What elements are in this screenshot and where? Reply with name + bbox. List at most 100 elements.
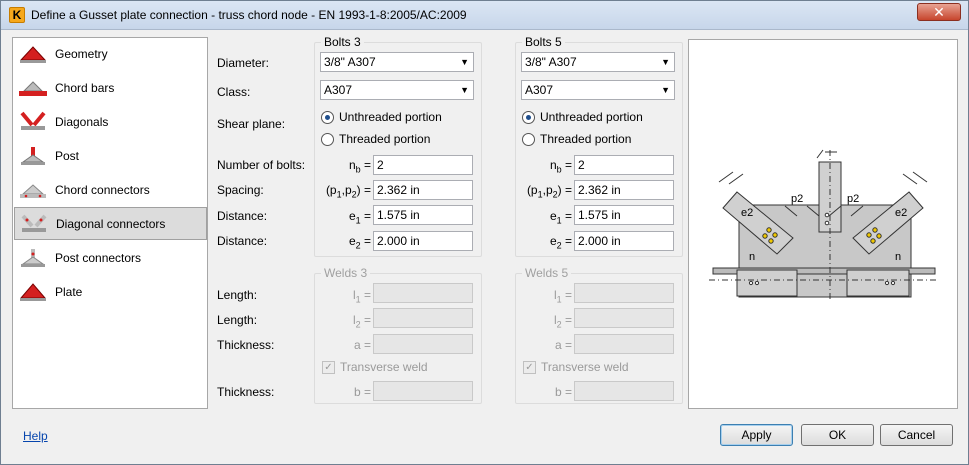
sidebar-item-label: Chord bars	[55, 81, 115, 95]
group-title: Welds 3	[321, 266, 371, 280]
apply-button[interactable]: Apply	[720, 424, 793, 446]
group-title: Bolts 3	[321, 35, 364, 49]
sidebar-item-diagonal-connectors[interactable]: Diagonal connectors	[14, 207, 207, 240]
nb-symbol: nb =	[549, 158, 572, 175]
e2-left-label: e2	[741, 207, 753, 219]
post-icon	[21, 147, 45, 165]
close-button[interactable]: ✕	[917, 3, 961, 21]
length-l1-label: Length:	[217, 288, 258, 302]
radio-label: Threaded portion	[540, 132, 632, 146]
sidebar-nav: Geometry Chord bars Diagonals Post Chord…	[12, 37, 208, 409]
right-diagonal-end	[902, 171, 928, 185]
welds-3-l1-input	[373, 283, 473, 303]
welds-5-l1-input	[574, 283, 674, 303]
welds-3-transverse-checkbox: ✓	[322, 361, 335, 374]
bolts-5-diameter-select[interactable]: 3/8" A307 ▼	[521, 52, 675, 72]
bolt	[824, 212, 830, 218]
checkbox-label: Transverse weld	[340, 360, 428, 374]
bolts-5-unthreaded-radio[interactable]	[522, 111, 535, 124]
spacing-symbol: (p1,p2) =	[526, 183, 572, 200]
nb-symbol: nb =	[348, 158, 371, 175]
sidebar-item-post-connectors[interactable]: Post connectors	[14, 242, 207, 275]
chord-left-angle	[736, 269, 798, 297]
sidebar-item-geometry[interactable]: Geometry	[14, 38, 207, 71]
bolts-3-class-select[interactable]: A307 ▼	[320, 80, 474, 100]
title-bar: K Define a Gusset plate connection - tru…	[1, 1, 968, 30]
spacing-symbol: (p1,p2) =	[325, 183, 371, 200]
welds-5-a-input	[574, 334, 674, 354]
bolt	[890, 280, 896, 286]
l2-symbol: l2 =	[352, 313, 371, 330]
sidebar-item-diagonals[interactable]: Diagonals	[14, 106, 207, 139]
window-title: Define a Gusset plate connection - truss…	[31, 8, 467, 22]
l1-symbol: l1 =	[352, 288, 371, 305]
bolts-3-diameter-select[interactable]: 3/8" A307 ▼	[320, 52, 474, 72]
sidebar-item-label: Diagonals	[55, 115, 109, 129]
bolts-5-spacing-input[interactable]: 2.362 in	[574, 180, 674, 200]
left-diagonal-end	[718, 171, 744, 185]
chevron-down-icon: ▼	[460, 57, 469, 67]
welds-3-b-input	[373, 381, 473, 401]
e1-symbol: e1 =	[549, 209, 572, 226]
welds-5-transverse-checkbox: ✓	[523, 361, 536, 374]
p2-left-label: p2	[791, 193, 803, 205]
bolts-3-unthreaded-radio[interactable]	[321, 111, 334, 124]
bolt	[872, 227, 878, 233]
p2-right-label: p2	[847, 193, 859, 205]
bolts-5-e1-input[interactable]: 1.575 in	[574, 205, 674, 225]
cancel-button[interactable]: Cancel	[880, 424, 953, 446]
help-link[interactable]: Help	[23, 429, 48, 443]
shear-plane-label: Shear plane:	[217, 117, 286, 131]
b-symbol: b =	[554, 385, 572, 399]
number-of-bolts-label: Number of bolts:	[217, 158, 306, 172]
bolt	[772, 232, 778, 238]
distance-e2-label: Distance:	[217, 234, 268, 248]
post-connectors-icon	[21, 249, 45, 267]
n-right-label: n	[895, 251, 901, 263]
n-left-label: n	[749, 251, 755, 263]
sidebar-item-label: Chord connectors	[55, 183, 150, 197]
checkbox-label: Transverse weld	[541, 360, 629, 374]
l2-symbol: l2 =	[553, 313, 572, 330]
bolts-5-nb-input[interactable]: 2	[574, 155, 674, 175]
app-logo-icon: K	[9, 7, 25, 23]
ok-button[interactable]: OK	[801, 424, 874, 446]
radio-label: Unthreaded portion	[339, 110, 442, 124]
sidebar-item-label: Geometry	[55, 47, 108, 61]
chevron-down-icon: ▼	[460, 85, 469, 95]
radio-label: Threaded portion	[339, 132, 431, 146]
bolts-3-e1-input[interactable]: 1.575 in	[373, 205, 473, 225]
diagonals-icon	[20, 111, 46, 130]
bolts-3-spacing-input[interactable]: 2.362 in	[373, 180, 473, 200]
thickness-a-label: Thickness:	[217, 338, 275, 352]
l1-symbol: l1 =	[553, 288, 572, 305]
bolt	[824, 220, 830, 226]
bolts-3-e2-input[interactable]: 2.000 in	[373, 231, 473, 251]
a-symbol: a =	[554, 338, 572, 352]
bolts-5-threaded-radio[interactable]	[522, 133, 535, 146]
bolt	[766, 227, 772, 233]
bolts-5-e2-input[interactable]: 2.000 in	[574, 231, 674, 251]
dialog-window: K Define a Gusset plate connection - tru…	[0, 0, 969, 465]
bolts-3-nb-input[interactable]: 2	[373, 155, 473, 175]
welds-3-l2-input	[373, 308, 473, 328]
sidebar-item-post[interactable]: Post	[14, 140, 207, 173]
sidebar-item-plate[interactable]: Plate	[14, 276, 207, 309]
distance-e1-label: Distance:	[217, 209, 268, 223]
chevron-down-icon: ▼	[661, 57, 670, 67]
post-cap	[816, 149, 837, 159]
chord-connectors-icon	[20, 184, 46, 198]
bolt	[748, 280, 754, 286]
sidebar-item-chord-connectors[interactable]: Chord connectors	[14, 174, 207, 207]
bolts-3-threaded-radio[interactable]	[321, 133, 334, 146]
length-l2-label: Length:	[217, 313, 258, 327]
group-title: Welds 5	[522, 266, 572, 280]
a-symbol: a =	[353, 338, 371, 352]
e2-symbol: e2 =	[549, 234, 572, 251]
bolts-5-class-select[interactable]: A307 ▼	[521, 80, 675, 100]
sidebar-item-chord-bars[interactable]: Chord bars	[14, 72, 207, 105]
connection-preview: p2 p2 e2 e2 n n	[688, 39, 958, 409]
gusset-diagram: p2 p2 e2 e2 n n	[709, 149, 937, 300]
geometry-icon	[19, 46, 47, 63]
sidebar-item-label: Post	[55, 149, 80, 163]
